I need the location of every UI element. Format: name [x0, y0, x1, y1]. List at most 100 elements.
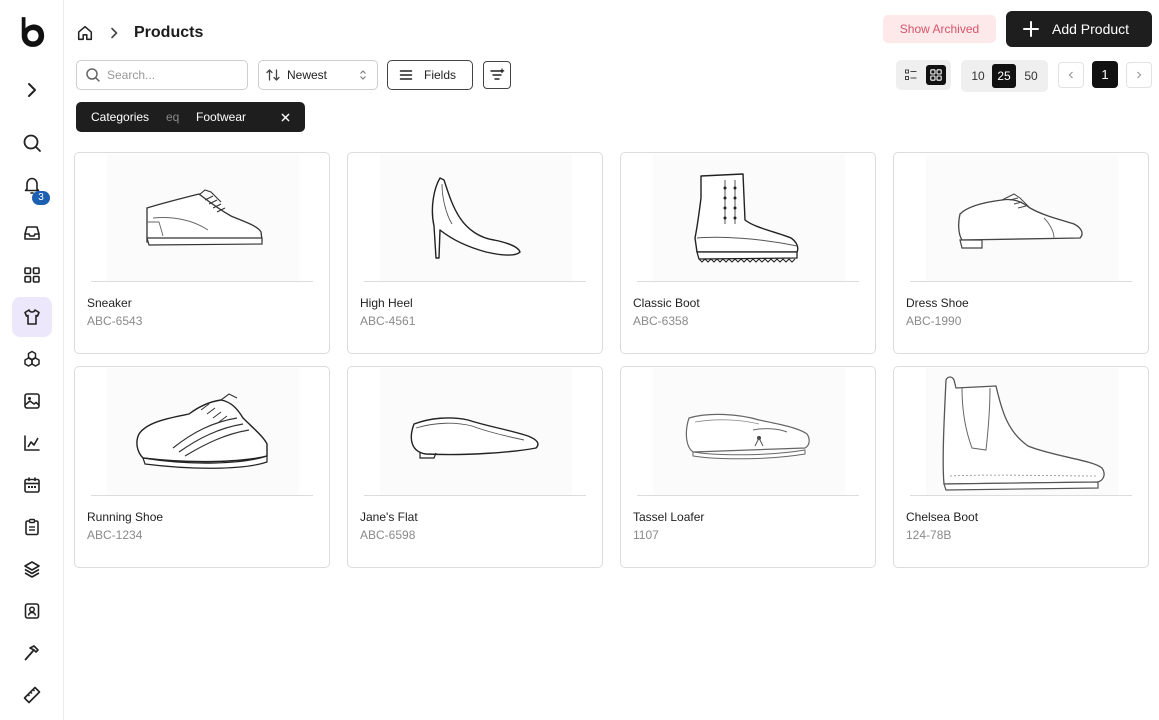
page-size-selector: 10 25 50	[961, 60, 1048, 92]
view-toggle	[896, 60, 951, 90]
search-icon	[23, 134, 41, 152]
nav-calendar[interactable]	[12, 465, 52, 505]
nav-dashboard[interactable]	[12, 255, 52, 295]
page-title: Products	[134, 24, 204, 41]
brand-logo[interactable]	[12, 12, 52, 52]
page-size-option[interactable]: 10	[966, 64, 990, 88]
filter-button[interactable]	[483, 61, 511, 89]
product-name: Sneaker	[87, 296, 132, 310]
add-product-button[interactable]: Add Product	[1006, 11, 1152, 47]
current-page[interactable]: 1	[1092, 61, 1118, 88]
product-name: Chelsea Boot	[906, 510, 979, 524]
list-view-button[interactable]	[901, 65, 921, 85]
active-filter-chip[interactable]: Categories eq Footwear	[76, 102, 305, 132]
product-card[interactable]: Dress Shoe ABC-1990	[893, 152, 1149, 354]
product-card[interactable]: Jane's Flat ABC-6598	[347, 366, 603, 568]
nav-products[interactable]	[12, 297, 52, 337]
product-card[interactable]: Classic Boot ABC-6358	[620, 152, 876, 354]
product-name: Running Shoe	[87, 510, 164, 524]
sort-select[interactable]: Newest	[258, 60, 378, 90]
product-image	[107, 154, 299, 281]
expand-sidebar-button[interactable]	[12, 70, 52, 110]
product-card[interactable]: Sneaker ABC-6543	[74, 152, 330, 354]
contact-card-icon	[24, 603, 40, 619]
product-name: Jane's Flat	[360, 510, 418, 524]
nav-layers[interactable]	[12, 549, 52, 589]
loafer-image	[685, 413, 810, 459]
product-name: High Heel	[360, 296, 413, 310]
product-sku: ABC-1234	[87, 528, 143, 542]
running-shoe-image	[136, 392, 268, 469]
ruler-icon	[23, 686, 41, 704]
updown-chevron-icon	[360, 70, 366, 80]
chart-icon	[24, 435, 40, 451]
remove-filter-button[interactable]	[277, 109, 293, 125]
product-sku: 1107	[633, 528, 659, 542]
grid-icon	[24, 267, 40, 283]
filter-icon	[490, 68, 505, 80]
product-card[interactable]: Chelsea Boot 124-78B	[893, 366, 1149, 568]
product-card[interactable]: Running Shoe ABC-1234	[74, 366, 330, 568]
card-divider	[910, 281, 1132, 282]
dress-shoe-image	[958, 192, 1083, 249]
nav-tools[interactable]	[12, 633, 52, 673]
hammer-icon	[24, 645, 39, 661]
notification-count-badge: 3	[32, 191, 50, 205]
page-size-option-selected[interactable]: 25	[992, 64, 1016, 88]
nav-analytics[interactable]	[12, 423, 52, 463]
product-image	[926, 154, 1118, 281]
grid-view-icon	[930, 69, 942, 81]
card-divider	[910, 495, 1132, 496]
product-image	[380, 368, 572, 495]
sneaker-image	[146, 188, 263, 246]
show-archived-button[interactable]: Show Archived	[883, 15, 996, 43]
add-product-label: Add Product	[1052, 21, 1130, 37]
nav-inbox[interactable]	[12, 213, 52, 253]
boot-image	[694, 172, 799, 263]
page-size-option[interactable]: 50	[1019, 64, 1043, 88]
clipboard-icon	[25, 518, 39, 536]
product-sku: ABC-4561	[360, 314, 416, 328]
grid-view-button[interactable]	[926, 65, 946, 85]
shirt-icon	[24, 309, 40, 325]
search-box	[76, 60, 248, 90]
fields-button[interactable]: Fields	[387, 60, 473, 90]
chevron-right-icon	[1137, 71, 1142, 79]
prev-page-button[interactable]	[1058, 62, 1084, 88]
product-name: Dress Shoe	[906, 296, 969, 310]
product-card[interactable]: High Heel ABC-4561	[347, 152, 603, 354]
image-icon	[24, 393, 40, 409]
product-sku: ABC-1990	[906, 314, 962, 328]
product-image	[380, 154, 572, 281]
product-name: Tassel Loafer	[633, 510, 705, 524]
product-sku: ABC-6543	[87, 314, 143, 328]
product-card[interactable]: Tassel Loafer 1107	[620, 366, 876, 568]
filter-operator: eq	[166, 110, 180, 124]
boxes-icon	[24, 350, 40, 367]
breadcrumb-home[interactable]	[75, 23, 95, 43]
nav-measure[interactable]	[12, 675, 52, 715]
filter-value: Footwear	[196, 110, 247, 124]
nav-tasks[interactable]	[12, 507, 52, 547]
product-sku: 124-78B	[906, 528, 952, 542]
menu-icon	[399, 70, 413, 80]
close-icon	[281, 113, 289, 121]
inbox-icon	[24, 226, 40, 240]
search-input[interactable]	[107, 68, 237, 82]
next-page-button[interactable]	[1126, 62, 1152, 88]
product-sku: ABC-6358	[633, 314, 689, 328]
chevron-right-icon	[28, 83, 36, 97]
chevron-left-icon	[1068, 71, 1073, 79]
nav-contacts[interactable]	[12, 591, 52, 631]
card-divider	[637, 495, 859, 496]
product-name: Classic Boot	[633, 296, 700, 310]
nav-search[interactable]	[12, 123, 52, 163]
product-image	[107, 368, 299, 495]
calendar-icon	[24, 477, 40, 493]
nav-media[interactable]	[12, 381, 52, 421]
search-icon	[86, 68, 100, 82]
nav-inventory[interactable]	[12, 339, 52, 379]
product-image	[926, 368, 1118, 495]
card-divider	[91, 281, 313, 282]
filter-field: Categories	[91, 110, 150, 124]
